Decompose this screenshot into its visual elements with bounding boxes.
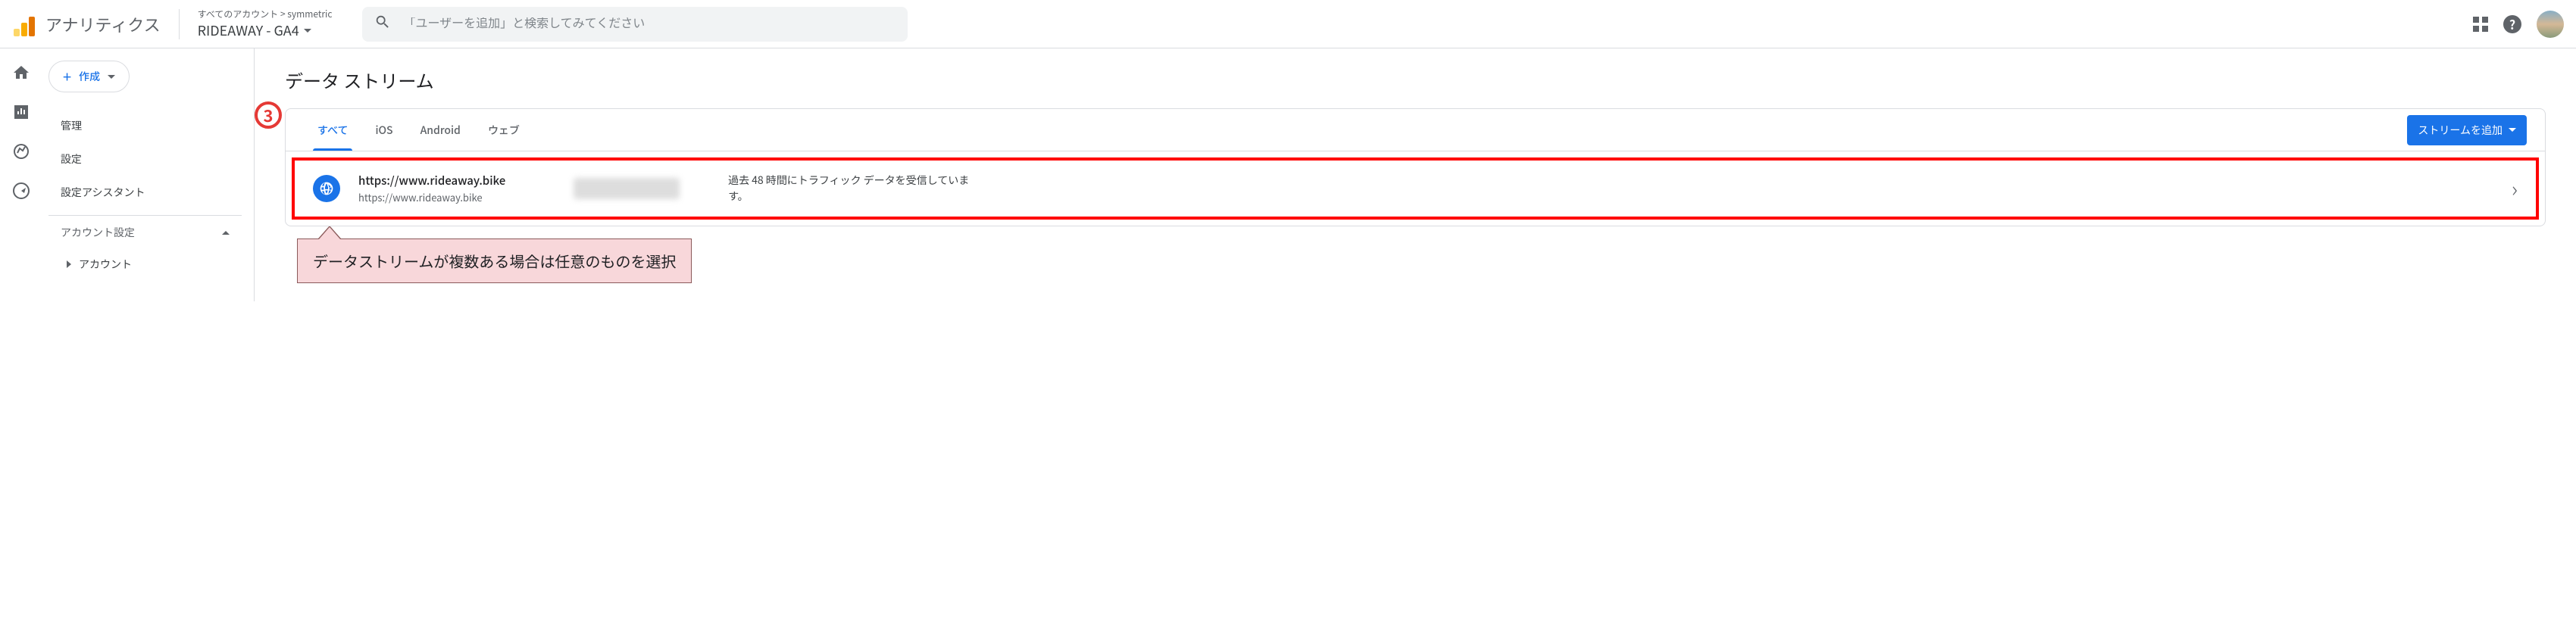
redacted-measurement-id: [574, 178, 680, 199]
stream-status: 過去 48 時間にトラフィック データを受信しています。: [728, 173, 986, 204]
add-stream-button[interactable]: ストリームを追加: [2407, 115, 2527, 145]
breadcrumb: すべてのアカウント > symmetric: [198, 8, 333, 20]
stream-name: https://www.rideaway.bike: [358, 173, 555, 189]
advertising-icon[interactable]: [12, 182, 30, 200]
analytics-logo-icon: [12, 12, 36, 36]
annotation-callout: データストリームが複数ある場合は任意のものを選択: [297, 238, 692, 283]
chevron-up-icon: [222, 231, 230, 235]
search-input[interactable]: [403, 17, 896, 31]
admin-sidebar: + 作成 管理 設定 設定アシスタント アカウント設定 アカウント: [42, 48, 255, 301]
tab-all[interactable]: すべて: [304, 109, 361, 151]
sidebar-list: 管理 設定 設定アシスタント アカウント設定 アカウント: [48, 109, 242, 279]
page-title: データ ストリーム: [285, 67, 2546, 93]
home-icon[interactable]: [12, 64, 30, 82]
tab-android[interactable]: Android: [407, 109, 474, 151]
search-icon: [374, 14, 391, 34]
chevron-down-icon: [2509, 128, 2516, 132]
annotation-step-badge: 3: [255, 101, 282, 129]
stream-info: https://www.rideaway.bike https://www.ri…: [358, 173, 555, 204]
data-streams-card: すべて iOS Android ウェブ ストリームを追加 https://www…: [285, 108, 2546, 226]
create-button[interactable]: + 作成: [48, 61, 130, 92]
plus-icon: +: [63, 69, 71, 84]
main-content: 3 データ ストリーム すべて iOS Android ウェブ ストリームを追加: [255, 48, 2576, 301]
tab-ios[interactable]: iOS: [361, 109, 406, 151]
sidebar-item-admin[interactable]: 管理: [48, 109, 242, 142]
tab-row: すべて iOS Android ウェブ ストリームを追加: [286, 109, 2545, 151]
icon-rail: [0, 48, 42, 301]
sidebar-item-setup-assistant[interactable]: 設定アシスタント: [48, 176, 242, 209]
help-icon[interactable]: ?: [2503, 15, 2521, 33]
sidebar-item-settings[interactable]: 設定: [48, 142, 242, 176]
header-divider: [179, 9, 180, 39]
apps-icon[interactable]: [2473, 17, 2488, 32]
triangle-right-icon: [67, 260, 71, 268]
body-wrap: + 作成 管理 設定 設定アシスタント アカウント設定 アカウント 3 データ …: [0, 48, 2576, 301]
explore-icon[interactable]: [12, 142, 30, 161]
logo-area: アナリティクス: [12, 12, 161, 36]
sidebar-section-account[interactable]: アカウント設定: [48, 215, 242, 249]
header-right: ?: [2473, 11, 2564, 38]
web-globe-icon: [313, 175, 340, 202]
search-bar[interactable]: [362, 7, 908, 42]
stream-row[interactable]: https://www.rideaway.bike https://www.ri…: [292, 157, 2539, 220]
avatar[interactable]: [2537, 11, 2564, 38]
stream-url: https://www.rideaway.bike: [358, 190, 555, 204]
chevron-down-icon: [304, 29, 311, 33]
chevron-right-icon: ›: [2512, 173, 2518, 204]
property-selector[interactable]: すべてのアカウント > symmetric RIDEAWAY - GA4: [198, 8, 333, 40]
reports-icon[interactable]: [12, 103, 30, 121]
sidebar-subitem-label: アカウント: [79, 257, 132, 272]
product-name: アナリティクス: [45, 12, 161, 36]
property-name-line: RIDEAWAY - GA4: [198, 20, 333, 40]
tab-web[interactable]: ウェブ: [474, 109, 533, 151]
create-button-label: 作成: [79, 69, 100, 84]
sidebar-subitem-account[interactable]: アカウント: [48, 249, 242, 279]
sidebar-section-label: アカウント設定: [61, 225, 135, 240]
property-name: RIDEAWAY - GA4: [198, 20, 299, 40]
chevron-down-icon: [108, 75, 115, 79]
add-stream-label: ストリームを追加: [2418, 123, 2503, 138]
app-header: アナリティクス すべてのアカウント > symmetric RIDEAWAY -…: [0, 0, 2576, 48]
